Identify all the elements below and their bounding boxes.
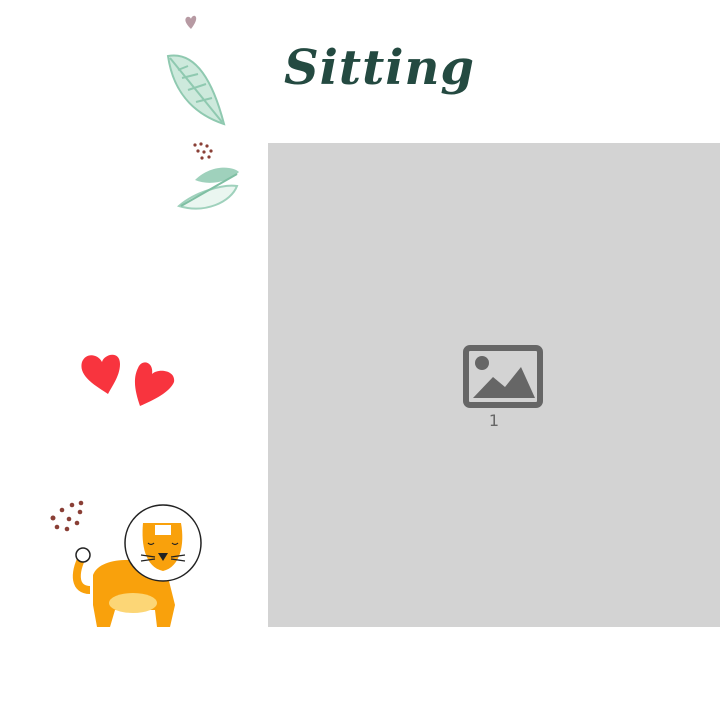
image-placeholder[interactable]: 1: [268, 143, 720, 627]
small-heart-icon: [185, 15, 197, 29]
hearts-icon: [81, 354, 175, 406]
lion-illustration: [50, 500, 202, 627]
leaf-branch-icon: [176, 167, 239, 210]
leaf-icon: [166, 54, 226, 126]
dots-icon: [193, 142, 213, 160]
image-icon: [463, 345, 543, 408]
page-title: Sitting: [284, 40, 475, 96]
placeholder-label: 1: [488, 411, 500, 430]
